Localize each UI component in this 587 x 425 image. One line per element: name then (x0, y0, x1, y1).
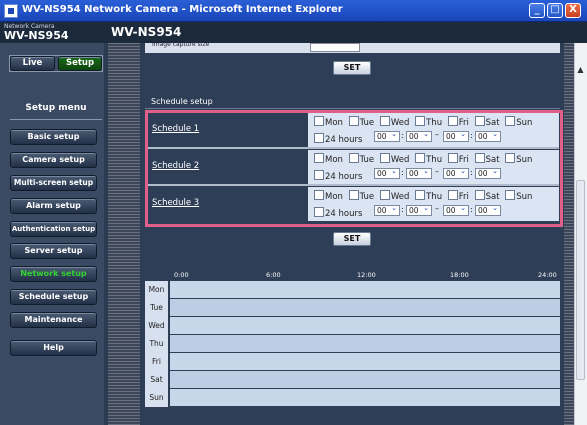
menu-multi-screen-setup[interactable]: Multi-screen setup (10, 175, 97, 191)
decorative-stripes-right (564, 43, 574, 425)
time-label: 6:00 (266, 271, 281, 279)
menu-authentication-setup[interactable]: Authentication setup (10, 221, 97, 237)
menu-alarm-setup[interactable]: Alarm setup (10, 198, 97, 214)
ie-app-icon (4, 4, 18, 18)
timetable-day: Sat (145, 371, 168, 389)
minimize-button[interactable]: _ (529, 3, 545, 18)
camera-header (0, 22, 587, 43)
time-label: 18:00 (450, 271, 469, 279)
timetable-day: Thu (145, 335, 168, 353)
schedule-divider (145, 108, 560, 109)
scroll-thumb[interactable] (576, 180, 585, 380)
time-label: 24:00 (538, 271, 557, 279)
menu-maintenance[interactable]: Maintenance (10, 312, 97, 328)
schedule-setup-title: Schedule setup (151, 97, 213, 106)
model-name-left: WV-NS954 (4, 29, 69, 42)
set-button-schedule[interactable]: SET (333, 232, 371, 246)
menu-camera-setup[interactable]: Camera setup (10, 152, 97, 168)
close-button[interactable]: X (565, 3, 581, 18)
scroll-up-arrow-icon[interactable]: ▲ (575, 65, 586, 76)
timetable-row (170, 281, 560, 298)
timetable-day: Fri (145, 353, 168, 371)
decorative-stripes-left (108, 43, 140, 425)
setup-button[interactable]: Setup (58, 56, 102, 71)
time-label: 0:00 (174, 271, 189, 279)
timetable-day: Mon (145, 281, 168, 299)
timetable-day: Wed (145, 317, 168, 335)
set-button-top[interactable]: SET (333, 61, 371, 75)
schedule-highlight-frame (145, 110, 563, 227)
window-titlebar: WV-NS954 Network Camera - Microsoft Inte… (0, 0, 587, 22)
image-capture-select[interactable] (310, 43, 360, 52)
image-capture-label: Image capture size (152, 41, 210, 48)
menu-server-setup[interactable]: Server setup (10, 243, 97, 259)
timetable-row (170, 389, 560, 406)
window-title: WV-NS954 Network Camera - Microsoft Inte… (22, 4, 343, 15)
maximize-button[interactable]: □ (547, 3, 563, 18)
menu-schedule-setup[interactable]: Schedule setup (10, 289, 97, 305)
menu-network-setup[interactable]: Network setup (10, 266, 97, 282)
timetable-header (145, 262, 560, 280)
menu-basic-setup[interactable]: Basic setup (10, 129, 97, 145)
setup-menu-title: Setup menu (25, 103, 87, 113)
help-button[interactable]: Help (10, 340, 97, 356)
menu-divider (10, 119, 102, 120)
timetable-row (170, 371, 560, 388)
model-name-right: WV-NS954 (111, 25, 182, 39)
timetable-day: Tue (145, 299, 168, 317)
live-button[interactable]: Live (10, 56, 55, 71)
timetable-row (170, 335, 560, 352)
timetable-day: Sun (145, 389, 168, 407)
timetable-row (170, 299, 560, 316)
time-label: 12:00 (357, 271, 376, 279)
timetable-row (170, 317, 560, 334)
timetable-row (170, 353, 560, 370)
